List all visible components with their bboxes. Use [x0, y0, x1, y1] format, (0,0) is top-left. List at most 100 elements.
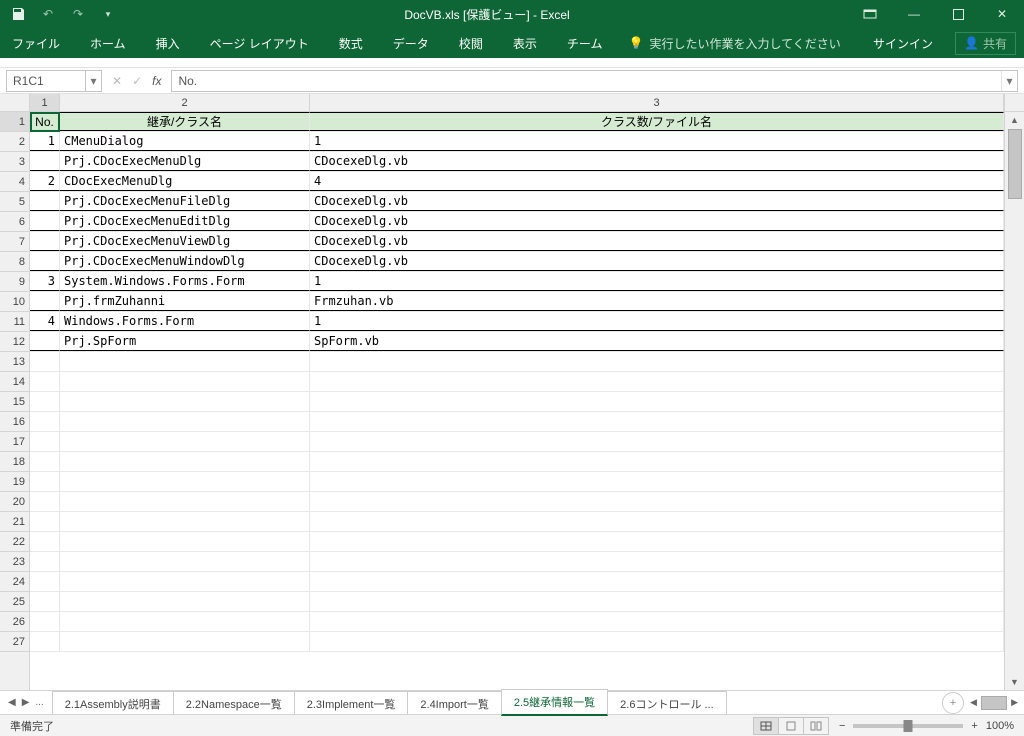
row-header[interactable]: 3 [0, 152, 29, 172]
cell[interactable]: CDocexeDlg.vb [310, 212, 1004, 231]
row-header[interactable]: 4 [0, 172, 29, 192]
cell[interactable] [30, 332, 60, 351]
col-header-2[interactable]: 2 [60, 94, 310, 111]
sheet-nav-more[interactable]: ... [35, 697, 43, 708]
cell[interactable]: Prj.CDocExecMenuViewDlg [60, 232, 310, 251]
cell[interactable] [310, 372, 1004, 391]
cell[interactable] [310, 452, 1004, 471]
cell[interactable]: Prj.frmZuhanni [60, 292, 310, 311]
redo-icon[interactable]: ↷ [70, 6, 86, 22]
cell[interactable]: 4 [30, 312, 60, 331]
row-header[interactable]: 17 [0, 432, 29, 452]
cell[interactable] [30, 472, 60, 491]
row-header[interactable]: 19 [0, 472, 29, 492]
cell[interactable] [60, 432, 310, 451]
cell[interactable] [310, 352, 1004, 371]
cell[interactable]: 1 [310, 272, 1004, 291]
cell[interactable] [30, 392, 60, 411]
tab-team[interactable]: チーム [563, 29, 607, 58]
row-header[interactable]: 8 [0, 252, 29, 272]
undo-icon[interactable]: ↶ [40, 6, 56, 22]
cell[interactable]: CMenuDialog [60, 132, 310, 151]
cell[interactable] [60, 372, 310, 391]
row-header[interactable]: 22 [0, 532, 29, 552]
cell[interactable] [30, 372, 60, 391]
cell[interactable] [30, 192, 60, 211]
cell[interactable]: CDocexeDlg.vb [310, 232, 1004, 251]
zoom-slider[interactable] [853, 724, 963, 728]
cell[interactable]: 3 [30, 272, 60, 291]
row-header[interactable]: 9 [0, 272, 29, 292]
row-header[interactable]: 26 [0, 612, 29, 632]
add-sheet-button[interactable]: + [942, 692, 964, 714]
formula-expand-icon[interactable]: ▾ [1001, 71, 1017, 91]
view-pagebreak-icon[interactable] [803, 717, 829, 735]
sheet-tab[interactable]: 2.4Import一覧 [407, 691, 501, 716]
sheet-nav-next-icon[interactable]: ▶ [22, 697, 30, 708]
cell[interactable] [310, 632, 1004, 651]
cell[interactable] [30, 632, 60, 651]
share-button[interactable]: 👤 共有 [955, 32, 1016, 55]
cell[interactable] [60, 452, 310, 471]
save-icon[interactable] [10, 6, 26, 22]
row-header[interactable]: 13 [0, 352, 29, 372]
sheet-tab[interactable]: 2.3Implement一覧 [294, 691, 409, 716]
cell[interactable] [310, 392, 1004, 411]
cell[interactable] [60, 532, 310, 551]
sheet-tab[interactable]: 2.6コントロール ... [607, 691, 727, 716]
col-header-3[interactable]: 3 [310, 94, 1004, 111]
cell[interactable] [30, 452, 60, 471]
tab-formulas[interactable]: 数式 [335, 29, 367, 58]
cell[interactable] [30, 492, 60, 511]
tell-me-search[interactable]: 💡 実行したい作業を入力してください [628, 35, 851, 52]
cell[interactable]: CDocexeDlg.vb [310, 192, 1004, 211]
sheet-tab[interactable]: 2.1Assembly説明書 [52, 691, 174, 716]
cell[interactable] [310, 432, 1004, 451]
cell[interactable] [30, 412, 60, 431]
cell[interactable] [30, 352, 60, 371]
cell[interactable] [310, 512, 1004, 531]
minimize-button[interactable]: — [892, 0, 936, 28]
cell[interactable]: Prj.CDocExecMenuEditDlg [60, 212, 310, 231]
cell[interactable]: 1 [310, 132, 1004, 151]
cell[interactable] [60, 632, 310, 651]
row-header[interactable]: 23 [0, 552, 29, 572]
row-header[interactable]: 11 [0, 312, 29, 332]
signin-link[interactable]: サインイン [873, 35, 933, 52]
cell[interactable]: CDocexeDlg.vb [310, 252, 1004, 271]
horizontal-scroll[interactable]: ◀ ▶ [964, 696, 1024, 710]
cell[interactable] [30, 232, 60, 251]
tab-file[interactable]: ファイル [8, 29, 64, 58]
cell[interactable]: CDocexeDlg.vb [310, 152, 1004, 171]
cell[interactable] [60, 612, 310, 631]
row-header[interactable]: 16 [0, 412, 29, 432]
tab-insert[interactable]: 挿入 [152, 29, 184, 58]
cell[interactable]: Prj.SpForm [60, 332, 310, 351]
zoom-out-button[interactable]: − [839, 720, 845, 732]
maximize-button[interactable] [936, 0, 980, 28]
cell[interactable]: 2 [30, 172, 60, 191]
cell[interactable] [30, 152, 60, 171]
tab-view[interactable]: 表示 [509, 29, 541, 58]
scrollbar-thumb[interactable] [1008, 129, 1022, 199]
vertical-scrollbar[interactable]: ▲ ▼ [1004, 112, 1024, 690]
tab-home[interactable]: ホーム [86, 29, 130, 58]
cell[interactable] [30, 212, 60, 231]
cell[interactable]: System.Windows.Forms.Form [60, 272, 310, 291]
cell[interactable]: Prj.CDocExecMenuDlg [60, 152, 310, 171]
cell[interactable] [310, 532, 1004, 551]
cell[interactable] [60, 592, 310, 611]
cell[interactable] [60, 512, 310, 531]
row-header[interactable]: 20 [0, 492, 29, 512]
scroll-up-icon[interactable]: ▲ [1005, 112, 1024, 128]
cell[interactable] [60, 572, 310, 591]
cell[interactable] [310, 472, 1004, 491]
cell[interactable] [60, 472, 310, 491]
cell[interactable]: Prj.CDocExecMenuFileDlg [60, 192, 310, 211]
zoom-level[interactable]: 100% [986, 720, 1014, 732]
zoom-in-button[interactable]: + [971, 720, 977, 732]
view-normal-icon[interactable] [753, 717, 779, 735]
tab-data[interactable]: データ [389, 29, 433, 58]
namebox-dropdown-icon[interactable]: ▾ [85, 71, 101, 91]
cell[interactable] [310, 572, 1004, 591]
